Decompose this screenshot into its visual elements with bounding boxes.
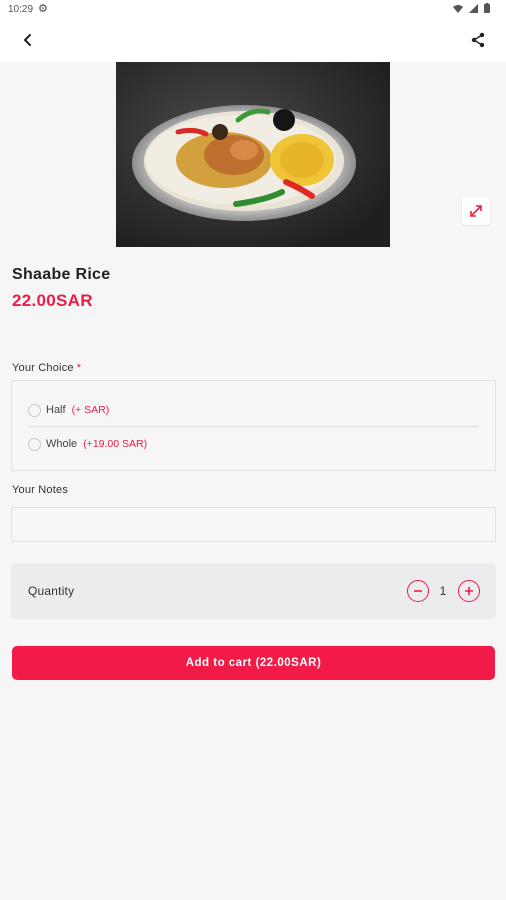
quantity-label: Quantity: [28, 584, 75, 598]
decrease-quantity-button[interactable]: [407, 580, 429, 602]
required-marker: *: [76, 362, 82, 374]
signal-icon: [469, 3, 478, 13]
status-bar: 10:29 ⚙: [0, 0, 506, 18]
product-price: 22.00SAR: [12, 291, 93, 310]
settings-gear-icon: ⚙: [38, 3, 48, 15]
battery-icon: [484, 3, 490, 13]
plus-circle-icon: [465, 587, 473, 595]
add-to-cart-button[interactable]: Add to cart (22.00SAR): [12, 646, 495, 680]
expand-icon: [470, 205, 482, 217]
status-icons: [453, 3, 490, 13]
notes-input[interactable]: [11, 507, 496, 542]
expand-image-button[interactable]: [462, 197, 490, 225]
choice-section-label: Your Choice *: [12, 362, 81, 374]
option-divider: [28, 426, 479, 427]
status-time: 10:29: [8, 4, 34, 15]
product-image: [116, 62, 390, 247]
product-detail-page: 10:29 ⚙ Shaabe Rice 22.00SAR Your Choice…: [0, 0, 506, 900]
choice-option-half[interactable]: Half (+ SAR): [28, 398, 109, 422]
notes-section-label: Your Notes: [12, 484, 69, 496]
back-button[interactable]: [12, 24, 44, 56]
choice-option-whole[interactable]: Whole (+19.00 SAR): [28, 432, 147, 456]
option-extra-price: (+ SAR): [71, 404, 110, 416]
food-plate-illustration: [116, 62, 390, 247]
wifi-icon: [453, 4, 463, 13]
increase-quantity-button[interactable]: [458, 580, 480, 602]
radio-button[interactable]: [28, 403, 41, 417]
option-label: Half: [46, 404, 66, 416]
radio-button[interactable]: [28, 437, 41, 451]
arrow-left-icon: [24, 34, 31, 46]
choice-options-box: Half (+ SAR) Whole (+19.00 SAR): [11, 380, 496, 471]
quantity-card: Quantity 1: [11, 563, 496, 619]
app-bar: [0, 18, 506, 62]
choice-label-text: Your Choice: [12, 362, 74, 374]
share-icon: [471, 32, 485, 48]
share-button[interactable]: [462, 24, 494, 56]
option-label: Whole: [46, 438, 78, 450]
quantity-value: 1: [439, 584, 447, 598]
product-title: Shaabe Rice: [12, 266, 111, 283]
option-extra-price: (+19.00 SAR): [83, 438, 148, 450]
minus-circle-icon: [414, 590, 422, 592]
